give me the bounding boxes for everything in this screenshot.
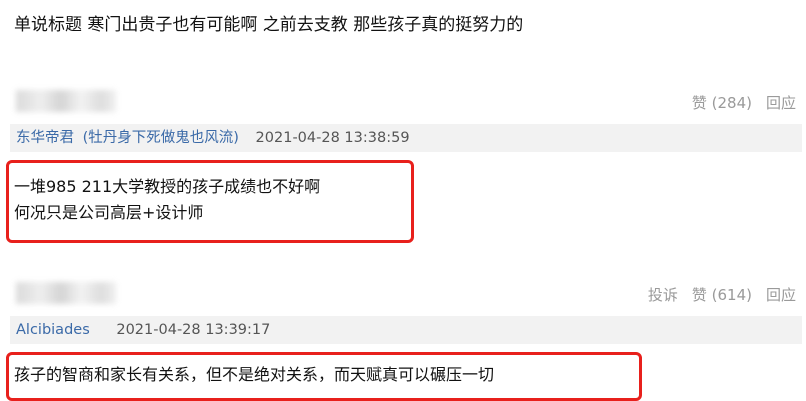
comment-body: 孩子的智商和家长有关系，但不是绝对关系，而天赋真可以碾压一切 (14, 362, 494, 388)
author-link[interactable]: Alcibiades (16, 322, 90, 338)
like-count: (614) (711, 286, 752, 304)
reply-button[interactable]: 回应 (766, 92, 796, 113)
comment-actions: 赞 (284) 回应 (692, 92, 796, 113)
comment-line: 何况只是公司高层+设计师 (14, 203, 204, 222)
like-count: (284) (711, 94, 752, 112)
comment-body: 一堆985 211大学教授的孩子成绩也不好啊 何况只是公司高层+设计师 (14, 174, 320, 226)
comment-header: 投诉 赞 (614) 回应 (0, 278, 806, 312)
like-button[interactable]: 赞 (284) (692, 92, 752, 113)
like-button[interactable]: 赞 (614) (692, 284, 752, 305)
comment-timestamp: 2021-04-28 13:39:17 (116, 322, 271, 338)
author-note[interactable]: (牡丹身下死做鬼也风流) (83, 130, 239, 146)
blurred-avatar (16, 282, 116, 304)
comment-meta: 东华帝君 (牡丹身下死做鬼也风流) 2021-04-28 13:38:59 (10, 124, 802, 152)
post-text: 单说标题 寒门出贵子也有可能啊 之前去支教 那些孩子真的挺努力的 (14, 15, 524, 35)
blurred-avatar (16, 90, 116, 112)
comment-meta: Alcibiades 2021-04-28 13:39:17 (10, 316, 802, 344)
comment-timestamp: 2021-04-28 13:38:59 (255, 130, 410, 146)
comment-line: 一堆985 211大学教授的孩子成绩也不好啊 (14, 177, 321, 196)
report-button[interactable]: 投诉 (648, 284, 678, 305)
reply-button[interactable]: 回应 (766, 284, 796, 305)
comment-actions: 投诉 赞 (614) 回应 (648, 284, 796, 305)
author-link[interactable]: 东华帝君 (16, 130, 74, 146)
comment-line: 孩子的智商和家长有关系，但不是绝对关系，而天赋真可以碾压一切 (14, 365, 495, 384)
like-label: 赞 (691, 94, 707, 112)
comment-header: 赞 (284) 回应 (0, 86, 806, 120)
like-label: 赞 (691, 286, 707, 304)
